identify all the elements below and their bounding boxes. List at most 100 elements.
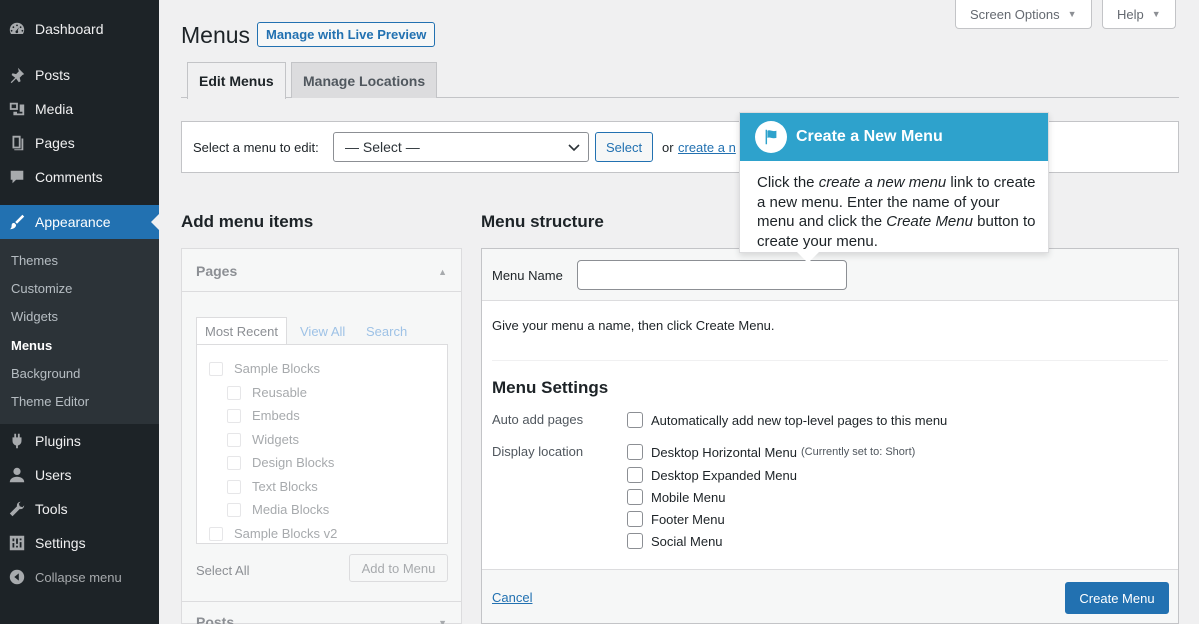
add-menu-items-heading: Add menu items (181, 212, 314, 231)
caret-down-icon: ▼ (1067, 9, 1077, 19)
cancel-link[interactable]: Cancel (492, 590, 532, 605)
checkbox[interactable] (227, 455, 241, 470)
wrench-icon (8, 500, 26, 518)
location-option-desktop-horizontal[interactable]: Desktop Horizontal Menu (Currently set t… (627, 444, 915, 460)
flag-icon (755, 121, 787, 153)
pin-icon (8, 66, 26, 84)
sidebar-item-comments[interactable]: Comments (0, 160, 159, 194)
screen-options-label: Screen Options (970, 6, 1060, 22)
list-item-label: Text Blocks (252, 479, 318, 494)
list-item[interactable]: Sample Blocks v2 (209, 526, 337, 541)
create-new-menu-link[interactable]: create a n (678, 140, 736, 155)
tab-search[interactable]: Search (358, 317, 415, 345)
sidebar-item-users[interactable]: Users (0, 458, 159, 492)
pages-section-title[interactable]: Pages (196, 263, 237, 279)
checkbox[interactable] (227, 479, 241, 494)
list-item[interactable]: Sample Blocks (209, 361, 320, 376)
manage-live-preview-button[interactable]: Manage with Live Preview (257, 22, 436, 47)
tab-view-all[interactable]: View All (292, 317, 353, 345)
checkbox[interactable] (627, 412, 643, 428)
list-item[interactable]: Media Blocks (227, 502, 329, 517)
display-location-label: Display location (492, 444, 584, 459)
create-menu-button[interactable]: Create Menu (1065, 582, 1169, 614)
sidebar-item-label: Tools (35, 501, 68, 517)
pointer-header: Create a New Menu (740, 113, 1048, 161)
submenu-item-widgets[interactable]: Widgets (11, 309, 58, 324)
list-item[interactable]: Design Blocks (227, 455, 334, 470)
sidebar-item-posts[interactable]: Posts (0, 58, 159, 92)
location-option-desktop-expanded[interactable]: Desktop Expanded Menu (627, 467, 797, 483)
sidebar-item-label: Pages (35, 135, 75, 151)
pointer-title: Create a New Menu (796, 128, 943, 145)
auto-add-pages-option[interactable]: Automatically add new top-level pages to… (627, 412, 947, 428)
location-label: Social Menu (651, 533, 723, 549)
location-option-social[interactable]: Social Menu (627, 533, 723, 549)
collapse-menu-button[interactable]: Collapse menu (0, 563, 159, 591)
list-item[interactable]: Embeds (227, 408, 300, 423)
help-button[interactable]: Help ▼ (1102, 0, 1176, 29)
sidebar-item-dashboard[interactable]: Dashboard (0, 12, 159, 46)
select-all-link[interactable]: Select All (196, 563, 249, 578)
sidebar-item-tools[interactable]: Tools (0, 492, 159, 526)
sidebar-item-label: Appearance (35, 214, 111, 230)
tab-edit-menus[interactable]: Edit Menus (187, 62, 286, 99)
auto-add-pages-label: Auto add pages (492, 412, 584, 427)
sidebar-item-label: Users (35, 467, 72, 483)
submenu-item-themes[interactable]: Themes (11, 253, 58, 268)
location-option-mobile[interactable]: Mobile Menu (627, 489, 725, 505)
submenu-item-menus[interactable]: Menus (11, 338, 52, 353)
add-to-menu-button[interactable]: Add to Menu (349, 554, 448, 582)
sidebar-item-settings[interactable]: Settings (0, 526, 159, 560)
caret-down-icon: ▼ (1151, 9, 1161, 19)
checkbox[interactable] (627, 511, 643, 527)
submenu-item-background[interactable]: Background (11, 366, 80, 381)
pointer-arrow (797, 252, 819, 263)
checkbox[interactable] (627, 489, 643, 505)
posts-section-title[interactable]: Posts (196, 614, 234, 624)
checkbox[interactable] (227, 385, 241, 400)
sidebar-item-plugins[interactable]: Plugins (0, 424, 159, 458)
admin-sidebar: Dashboard Posts Media Pages Comments App… (0, 0, 159, 624)
pages-tabs: Most Recent View All Search (196, 317, 448, 345)
select-button[interactable]: Select (595, 132, 654, 162)
pages-checklist: Sample Blocks Reusable Embeds Widgets De… (196, 344, 448, 544)
checkbox[interactable] (627, 444, 643, 460)
checkbox[interactable] (627, 533, 643, 549)
tab-most-recent[interactable]: Most Recent (196, 317, 287, 345)
list-item[interactable]: Reusable (227, 385, 307, 400)
submenu-item-customize[interactable]: Customize (11, 281, 72, 296)
sidebar-item-media[interactable]: Media (0, 92, 159, 126)
list-item-label: Design Blocks (252, 455, 335, 470)
sidebar-item-pages[interactable]: Pages (0, 126, 159, 160)
screen-options-button[interactable]: Screen Options ▼ (955, 0, 1092, 29)
checkbox[interactable] (227, 432, 241, 447)
user-icon (8, 466, 26, 484)
menu-select-dropdown[interactable]: — Select — (333, 132, 589, 162)
checkbox[interactable] (227, 502, 241, 517)
list-item[interactable]: Widgets (227, 432, 299, 447)
sidebar-item-appearance[interactable]: Appearance (0, 205, 159, 239)
checkbox[interactable] (227, 408, 241, 423)
menu-name-header: Menu Name (482, 249, 1178, 301)
posts-section[interactable]: Posts ▼ (182, 601, 461, 624)
submenu-item-theme-editor[interactable]: Theme Editor (11, 394, 89, 409)
sidebar-item-label: Plugins (35, 433, 81, 449)
settings-icon (8, 534, 26, 552)
create-menu-pointer-tooltip: Create a New Menu Click the create a new… (739, 112, 1049, 263)
location-label: Desktop Horizontal Menu (651, 444, 797, 460)
pointer-body: Click the create a new menu link to crea… (757, 173, 1039, 251)
caret-up-icon[interactable]: ▲ (438, 267, 447, 277)
location-option-footer[interactable]: Footer Menu (627, 511, 725, 527)
caret-down-icon[interactable]: ▼ (438, 618, 447, 624)
checkbox[interactable] (209, 361, 223, 376)
checkbox[interactable] (627, 467, 643, 483)
help-label: Help (1117, 6, 1144, 22)
tab-manage-locations[interactable]: Manage Locations (291, 62, 438, 98)
menu-select-value: — Select — (345, 139, 420, 155)
list-item[interactable]: Text Blocks (227, 479, 318, 494)
sidebar-item-label: Comments (35, 169, 103, 185)
pointer-text-em: Create Menu (886, 213, 973, 230)
list-item-label: Sample Blocks (234, 361, 320, 376)
menu-name-input[interactable] (577, 260, 847, 290)
checkbox[interactable] (209, 526, 223, 541)
